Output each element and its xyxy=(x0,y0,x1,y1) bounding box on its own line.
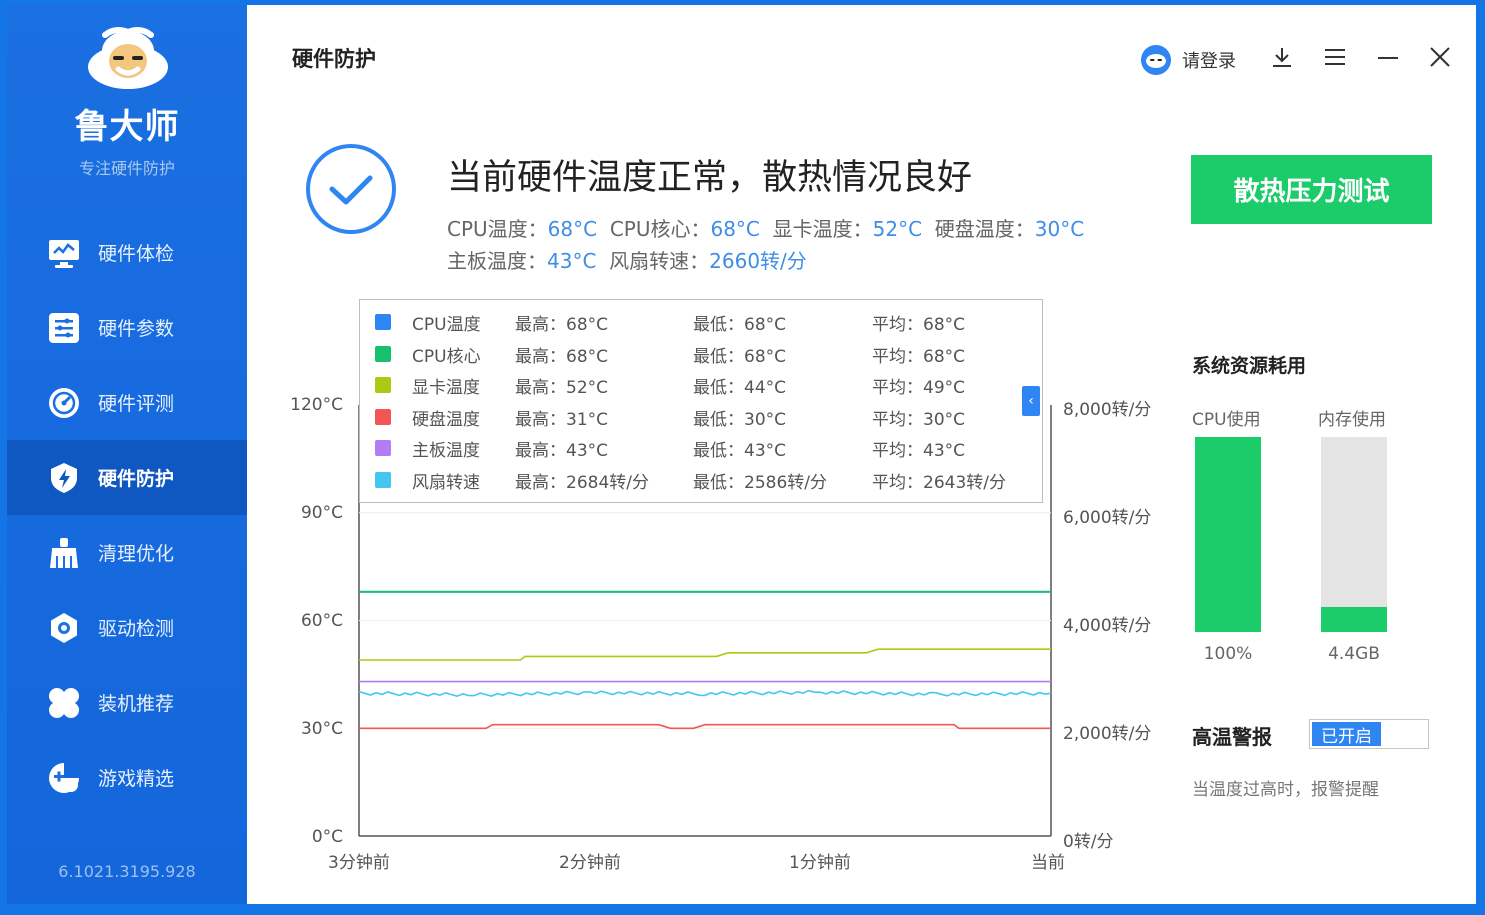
legend-series-name: 主板温度 xyxy=(412,441,480,461)
legend-max: 最高：43°C xyxy=(515,441,609,461)
alarm-toggle[interactable]: 已开启 xyxy=(1309,719,1429,749)
legend-row: CPU核心 最高：68°C 最低：68°C 平均：68°C xyxy=(360,338,1042,369)
legend-max: 最高：68°C xyxy=(515,347,609,367)
legend-avg: 平均：68°C xyxy=(872,315,966,335)
legend-max: 最高：68°C xyxy=(515,315,609,335)
series-line xyxy=(358,689,1052,698)
legend-swatch xyxy=(375,440,391,456)
series-line xyxy=(359,648,1051,661)
close-button[interactable] xyxy=(1425,42,1455,72)
legend-max: 最高：2684转/分 xyxy=(515,473,649,493)
legend-collapse-button[interactable]: ‹ xyxy=(1022,386,1040,416)
stress-test-button[interactable]: 散热压力测试 xyxy=(1191,155,1432,224)
close-icon xyxy=(1430,47,1450,67)
legend-min: 最低：30°C xyxy=(693,410,787,430)
alarm-toggle-on-label: 已开启 xyxy=(1312,722,1381,747)
legend-avg: 平均：68°C xyxy=(872,347,966,367)
legend-row: 硬盘温度 最高：31°C 最低：30°C 平均：30°C xyxy=(360,401,1042,432)
legend-row: 风扇转速 最高：2684转/分 最低：2586转/分 平均：2643转/分 xyxy=(360,464,1042,495)
minimize-icon xyxy=(1378,57,1398,59)
legend-swatch xyxy=(375,314,391,330)
legend-series-name: 硬盘温度 xyxy=(412,410,480,430)
legend-row: 显卡温度 最高：52°C 最低：44°C 平均：49°C xyxy=(360,369,1042,400)
alarm-description: 当温度过高时，报警提醒 xyxy=(1192,780,1379,800)
legend-series-name: CPU温度 xyxy=(412,315,481,335)
memory-usage-bar-fill xyxy=(1321,606,1387,632)
legend-avg: 平均：30°C xyxy=(872,410,966,430)
x-tick: 2分钟前 xyxy=(559,853,621,873)
y-right-tick: 0转/分 xyxy=(1063,832,1114,852)
memory-usage-bar xyxy=(1321,437,1387,632)
y-left-tick: 0°C xyxy=(311,827,343,847)
cpu-usage-bar xyxy=(1195,437,1261,632)
app-window: 鲁大师 专注硬件防护 硬件体检 硬件参数 硬件评测 硬件防护 清理优化 驱动检测… xyxy=(7,5,1476,904)
legend-swatch xyxy=(375,377,391,393)
alarm-title: 高温警报 xyxy=(1192,725,1272,749)
resources-title: 系统资源耗用 xyxy=(1192,355,1307,377)
legend-swatch xyxy=(375,472,391,488)
legend-series-name: 显卡温度 xyxy=(412,378,480,398)
y-left-tick: 120°C xyxy=(290,395,343,415)
download-button[interactable] xyxy=(1267,42,1297,72)
legend-avg: 平均：43°C xyxy=(872,441,966,461)
legend-min: 最低：68°C xyxy=(693,315,787,335)
download-icon xyxy=(1273,48,1291,67)
cpu-usage-value: 100% xyxy=(1203,644,1253,664)
legend-series-name: CPU核心 xyxy=(412,347,481,367)
menu-icon xyxy=(1325,49,1345,65)
legend-series-name: 风扇转速 xyxy=(412,473,480,493)
memory-usage-value: 4.4GB xyxy=(1328,644,1380,664)
cpu-usage-label: CPU使用 xyxy=(1192,410,1261,430)
menu-button[interactable] xyxy=(1320,42,1350,72)
y-left-tick: 90°C xyxy=(300,503,343,523)
x-tick: 1分钟前 xyxy=(789,853,851,873)
legend-min: 最低：2586转/分 xyxy=(693,473,827,493)
legend-swatch xyxy=(375,346,391,362)
y-right-tick: 2,000转/分 xyxy=(1063,724,1152,744)
y-right-tick: 4,000转/分 xyxy=(1063,616,1152,636)
x-tick: 当前 xyxy=(1031,853,1065,873)
legend-row: CPU温度 最高：68°C 最低：68°C 平均：68°C xyxy=(360,306,1042,337)
legend-avg: 平均：2643转/分 xyxy=(872,473,1006,493)
legend-max: 最高：31°C xyxy=(515,410,609,430)
legend-min: 最低：44°C xyxy=(693,378,787,398)
minimize-button[interactable] xyxy=(1373,42,1403,72)
memory-usage-label: 内存使用 xyxy=(1318,410,1386,430)
y-left-tick: 30°C xyxy=(300,719,343,739)
y-left-tick: 60°C xyxy=(300,611,343,631)
legend-avg: 平均：49°C xyxy=(872,378,966,398)
legend-swatch xyxy=(375,409,391,425)
cpu-usage-bar-fill xyxy=(1195,437,1261,632)
legend-min: 最低：43°C xyxy=(693,441,787,461)
chart-legend: CPU温度 最高：68°C 最低：68°C 平均：68°C CPU核心 最高：6… xyxy=(359,299,1043,503)
legend-row: 主板温度 最高：43°C 最低：43°C 平均：43°C xyxy=(360,432,1042,463)
legend-max: 最高：52°C xyxy=(515,378,609,398)
y-right-tick: 8,000转/分 xyxy=(1063,400,1152,420)
y-right-tick: 6,000转/分 xyxy=(1063,508,1152,528)
x-tick: 3分钟前 xyxy=(328,853,390,873)
legend-min: 最低：68°C xyxy=(693,347,787,367)
